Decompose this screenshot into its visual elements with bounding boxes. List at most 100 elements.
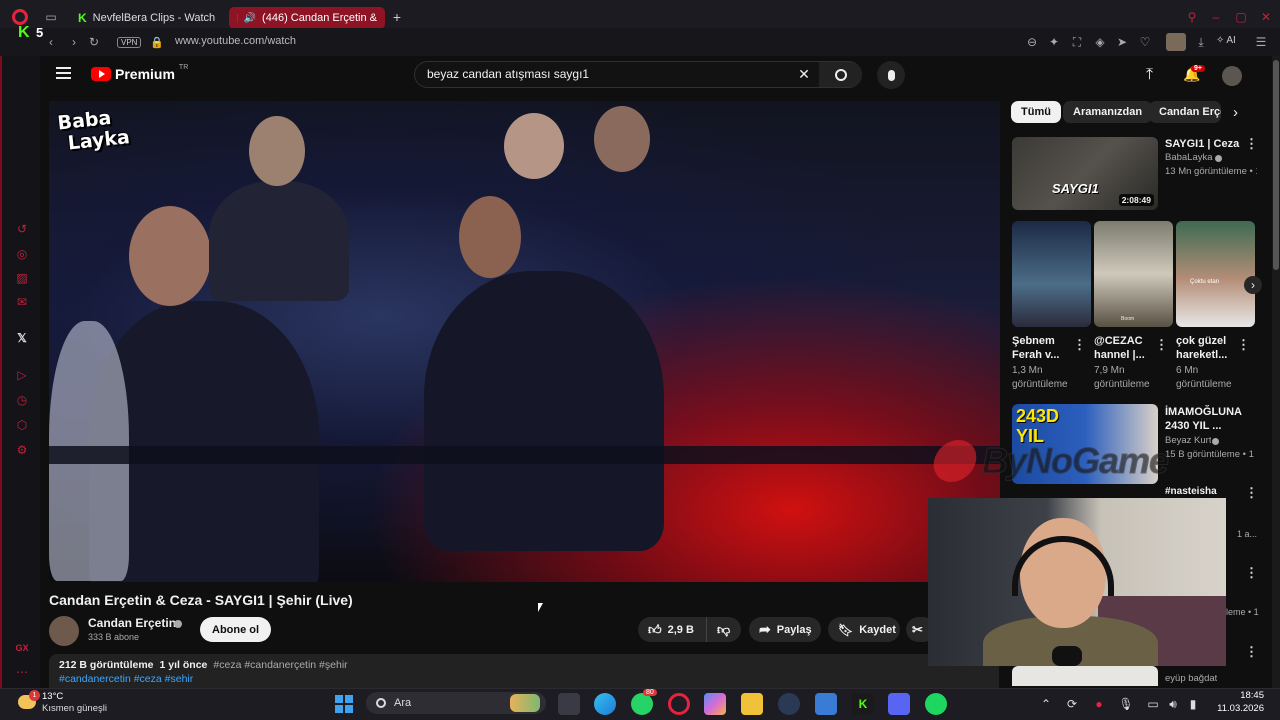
recommended-title[interactable]: SAYGI1 | Ceza: [1165, 137, 1243, 151]
tray-chevron-icon[interactable]: ⌃: [1038, 696, 1054, 712]
short-title[interactable]: çok güzel: [1176, 334, 1236, 348]
history-icon[interactable]: ↺: [14, 221, 30, 237]
search-input[interactable]: beyaz candan atışması saygı1: [427, 67, 589, 81]
discord-icon[interactable]: [888, 693, 910, 715]
more-actions-icon[interactable]: ⋮: [1245, 485, 1258, 501]
more-actions-icon[interactable]: ⋮: [1073, 337, 1086, 353]
hashtags[interactable]: #ceza #candanerçetin #şehir: [213, 659, 347, 671]
lock-icon[interactable]: 🔒: [149, 34, 165, 50]
flow-icon[interactable]: ▨: [14, 270, 30, 286]
scrollbar-thumb[interactable]: [1273, 60, 1279, 270]
new-tab-button[interactable]: +: [389, 9, 405, 25]
menu-icon[interactable]: ☰: [1253, 34, 1269, 50]
search-tabs-icon[interactable]: ⚲: [1184, 9, 1200, 25]
more-actions-icon[interactable]: ⋮: [1245, 644, 1258, 660]
more-icon[interactable]: ⋯: [14, 664, 30, 680]
clock-date[interactable]: 11.03.2026: [1206, 703, 1264, 714]
ai-button[interactable]: ✧ AI: [1216, 35, 1236, 46]
whatsapp-icon[interactable]: [631, 693, 653, 715]
guide-menu-icon[interactable]: [56, 67, 71, 79]
tab-manager-icon[interactable]: ▭: [43, 9, 59, 25]
more-actions-icon[interactable]: ⋮: [1245, 136, 1258, 152]
tray-battery-icon[interactable]: ▮: [1185, 696, 1201, 712]
short-title[interactable]: hannel |...: [1094, 348, 1154, 362]
account-avatar[interactable]: [1222, 66, 1242, 86]
spotify-icon[interactable]: [925, 693, 947, 715]
search-button[interactable]: [819, 62, 862, 87]
cube-icon[interactable]: ⬡: [14, 417, 30, 433]
tray-volume-icon[interactable]: 🔊︎: [1165, 696, 1181, 712]
maximize-button[interactable]: ▢: [1233, 9, 1249, 25]
weather-widget[interactable]: 1 13°C Kısmen güneşli: [16, 690, 126, 718]
video-player[interactable]: Baba Layka: [49, 101, 1000, 582]
more-actions-icon[interactable]: ⋮: [1155, 337, 1168, 353]
short-thumbnail[interactable]: [1094, 221, 1173, 327]
chevron-right-icon[interactable]: ›: [1233, 104, 1238, 121]
chip-candan[interactable]: Candan Erçe: [1149, 101, 1221, 123]
play-icon[interactable]: ▷: [14, 367, 30, 383]
file-explorer-icon[interactable]: [741, 693, 763, 715]
subscribe-button[interactable]: Abone ol: [200, 617, 272, 642]
channel-avatar[interactable]: [49, 616, 79, 646]
dislike-button[interactable]: 👎︎: [706, 617, 741, 642]
recommended-title[interactable]: 2430 YIL ...: [1165, 419, 1257, 433]
mail-icon[interactable]: ✉: [14, 294, 30, 310]
steam-icon[interactable]: [778, 693, 800, 715]
edge-icon[interactable]: [594, 693, 616, 715]
settings-icon[interactable]: ⚙: [14, 442, 30, 458]
gx-icon[interactable]: GX: [14, 640, 30, 656]
extension-icon[interactable]: ✦: [1046, 34, 1062, 50]
back-button[interactable]: ‹: [43, 34, 59, 50]
recommended-thumbnail[interactable]: SAYGI1 2:08:49: [1012, 137, 1158, 210]
start-button[interactable]: [333, 693, 355, 715]
task-view-icon[interactable]: [558, 693, 580, 715]
upload-icon[interactable]: ⤒: [1146, 66, 1153, 84]
minimize-button[interactable]: –: [1208, 9, 1224, 25]
download-icon[interactable]: ⤓: [1193, 34, 1209, 50]
clear-search-icon[interactable]: ✕: [796, 66, 812, 82]
recommended-channel[interactable]: Beyaz Kurt: [1165, 434, 1211, 448]
short-thumbnail[interactable]: [1012, 221, 1091, 327]
hashtags-line2[interactable]: #candanercetin #ceza #sehir: [59, 673, 193, 685]
more-actions-icon[interactable]: ⋮: [1237, 337, 1250, 353]
recommended-channel[interactable]: BabaLayka: [1165, 151, 1213, 165]
copilot-icon[interactable]: [704, 693, 726, 715]
share-button[interactable]: ➦ Paylaş: [749, 617, 821, 642]
x-twitter-icon[interactable]: 𝕏: [14, 330, 30, 346]
kick-app-icon[interactable]: K: [852, 693, 874, 715]
more-actions-icon[interactable]: ⋮: [1245, 565, 1258, 581]
like-button[interactable]: 👍︎ 2,9 B: [638, 617, 706, 642]
chip-from-search[interactable]: Aramanızdan: [1063, 101, 1153, 123]
tray-sync-icon[interactable]: ⟳: [1064, 696, 1080, 712]
send-icon[interactable]: ➤: [1114, 34, 1130, 50]
short-title[interactable]: hareketl...: [1176, 348, 1236, 362]
channel-name[interactable]: Candan Erçetin: [88, 616, 176, 630]
url-field[interactable]: www.youtube.com/watch: [175, 35, 296, 47]
short-title[interactable]: @CEZAC: [1094, 334, 1154, 348]
youtube-logo[interactable]: Premium TR: [91, 64, 188, 82]
zoom-icon[interactable]: ⊖: [1024, 34, 1040, 50]
speaker-icon[interactable]: 🔊: [244, 13, 256, 24]
page-scrollbar[interactable]: [1272, 56, 1280, 688]
shorts-next-button[interactable]: ›: [1244, 276, 1262, 294]
short-title[interactable]: Şebnem: [1012, 334, 1072, 348]
chip-all[interactable]: Tümü: [1011, 101, 1061, 123]
tray-app-icon[interactable]: ●: [1091, 696, 1107, 712]
store-icon[interactable]: [815, 693, 837, 715]
opera-gx-icon[interactable]: [668, 693, 690, 715]
opera-logo-icon[interactable]: [12, 9, 28, 25]
clock-icon[interactable]: ◷: [14, 392, 30, 408]
voice-search-button[interactable]: [877, 61, 905, 89]
reload-button[interactable]: ↻: [86, 34, 102, 50]
hashtag-label[interactable]: #nasteisha: [1165, 485, 1217, 499]
profile-avatar[interactable]: [1166, 33, 1186, 51]
forward-button[interactable]: ›: [66, 34, 82, 50]
recommended-title[interactable]: İMAMOĞLUNA: [1165, 405, 1257, 419]
shield-icon[interactable]: ◈: [1092, 34, 1108, 50]
vpn-badge[interactable]: VPN: [117, 37, 142, 48]
short-thumbnail[interactable]: Çoktu etan: [1176, 221, 1255, 327]
clock-time[interactable]: 18:45: [1214, 690, 1264, 701]
kick-extension-icon[interactable]: K: [18, 24, 30, 42]
tab-nevfelbera[interactable]: K NevfelBera Clips - Watch L: [70, 7, 218, 29]
close-window-button[interactable]: ✕: [1258, 9, 1274, 25]
